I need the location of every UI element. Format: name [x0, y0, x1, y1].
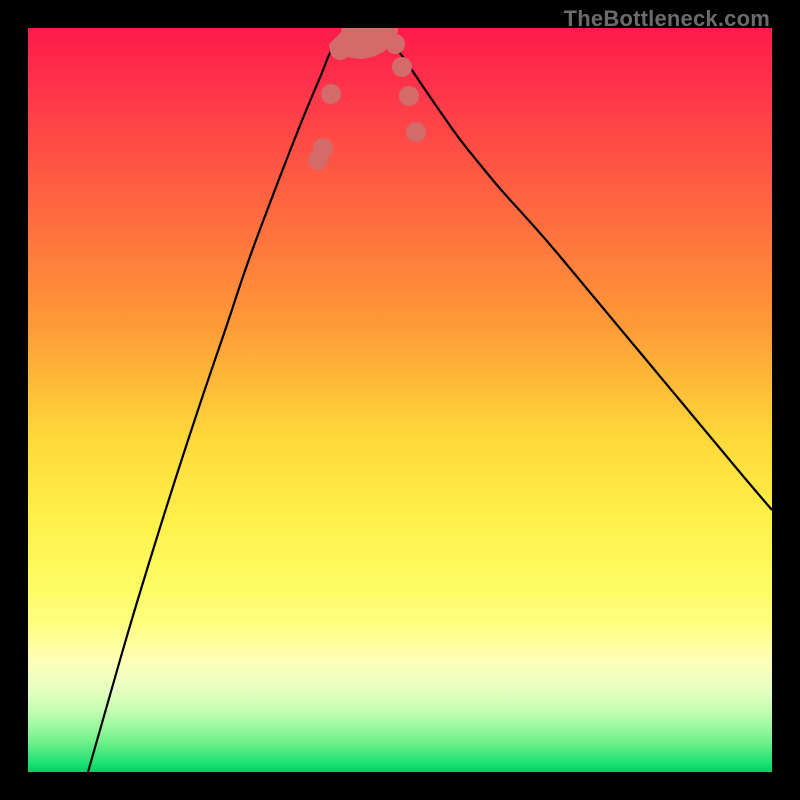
- data-point: [313, 138, 333, 158]
- chart-frame: TheBottleneck.com: [0, 0, 800, 800]
- plot-area: [28, 28, 772, 772]
- data-point: [399, 86, 419, 106]
- area-lobe: [333, 28, 384, 55]
- data-point: [385, 34, 405, 54]
- data-point: [321, 84, 341, 104]
- data-point: [392, 57, 412, 77]
- data-point: [406, 122, 426, 142]
- chart-svg: [28, 28, 772, 772]
- series-line: [384, 31, 772, 510]
- series-group: [88, 28, 772, 772]
- series-line: [88, 30, 351, 772]
